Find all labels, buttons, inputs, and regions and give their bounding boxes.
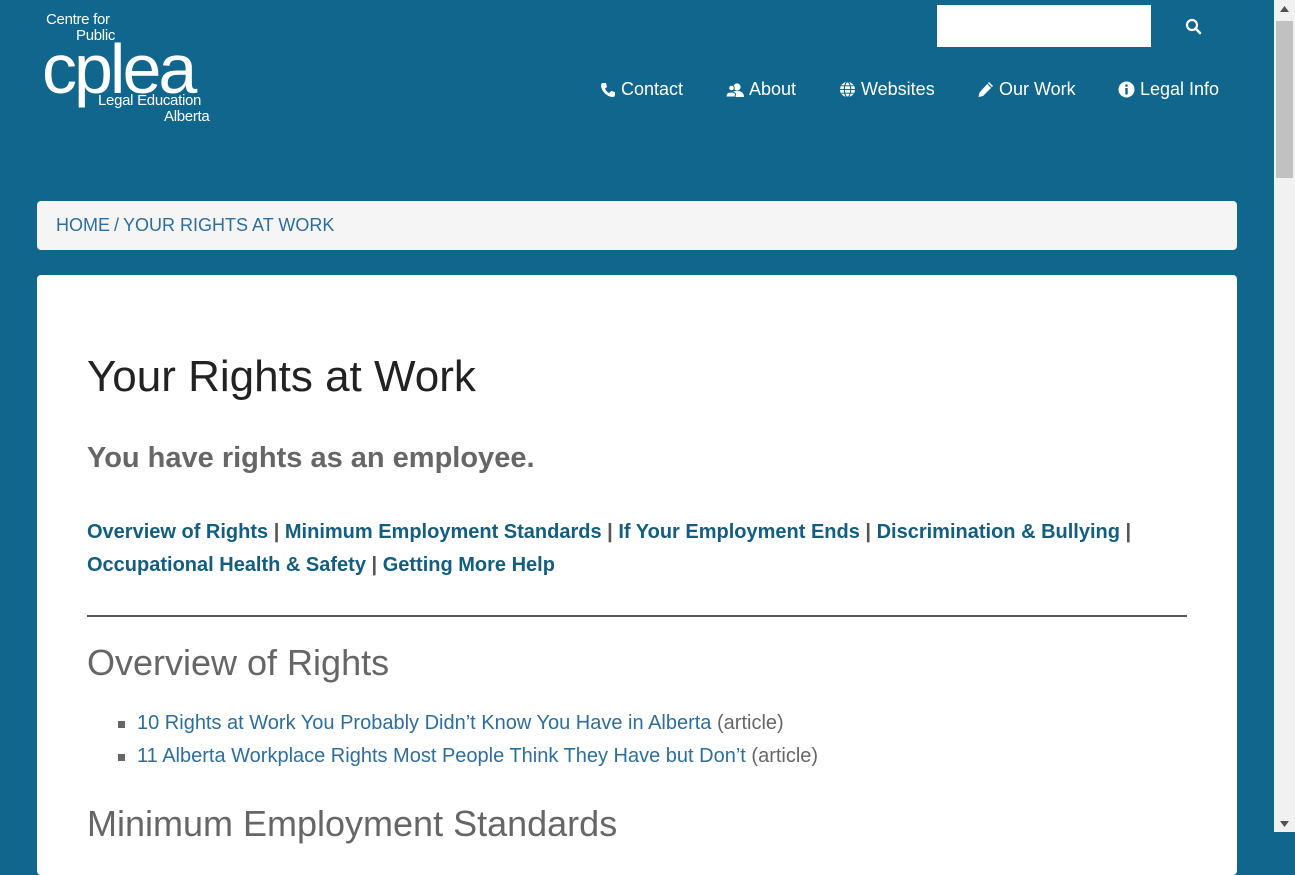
info-icon (1118, 81, 1135, 98)
jump-separator: | (371, 554, 378, 576)
search-button[interactable] (1180, 14, 1208, 42)
nav-websites-label: Websites (861, 79, 935, 99)
jump-link-employment-ends[interactable]: If Your Employment Ends (618, 521, 860, 543)
vertical-scrollbar[interactable] (1274, 0, 1295, 832)
nav-our-work-label: Our Work (999, 79, 1076, 99)
article-link[interactable]: 11 Alberta Workplace Rights Most People … (137, 745, 746, 767)
bullet-icon (118, 721, 125, 728)
bullet-icon (118, 754, 125, 761)
breadcrumb: HOME / YOUR RIGHTS AT WORK (37, 201, 1237, 250)
section-heading-overview: Overview of Rights (87, 642, 390, 683)
nav-legal-info-label: Legal Info (1140, 79, 1220, 99)
jump-link-health-safety[interactable]: Occupational Health & Safety (87, 554, 366, 576)
section-jump-links: Overview of Rights | Minimum Employment … (87, 516, 1167, 582)
article-link[interactable]: 10 Rights at Work You Probably Didn’t Kn… (137, 712, 711, 734)
breadcrumb-home[interactable]: HOME (56, 215, 110, 236)
arrow-up-icon (1280, 5, 1289, 12)
nav-about-label: About (749, 79, 797, 99)
search-icon (1185, 18, 1202, 35)
section-heading-minimum-standards: Minimum Employment Standards (87, 803, 618, 844)
breadcrumb-current[interactable]: YOUR RIGHTS AT WORK (123, 215, 334, 236)
logo-line-4: Alberta (164, 108, 210, 125)
globe-icon (840, 81, 855, 98)
search-input[interactable] (937, 5, 1151, 47)
overview-article-list: 10 Rights at Work You Probably Didn’t Kn… (87, 707, 818, 773)
logo-line-3: Legal Education (98, 92, 202, 109)
jump-separator: | (1125, 521, 1132, 543)
jump-separator: | (273, 521, 280, 543)
arrow-down-icon (1280, 820, 1289, 827)
breadcrumb-separator: / (114, 215, 120, 235)
page-subtitle: You have rights as an employee. (87, 442, 535, 474)
list-item: 10 Rights at Work You Probably Didn’t Kn… (87, 707, 818, 740)
phone-icon (601, 82, 615, 97)
article-type: (article) (751, 745, 819, 767)
article-type: (article) (717, 712, 784, 734)
nav-contact-label: Contact (621, 79, 684, 99)
page-title: Your Rights at Work (87, 352, 476, 401)
scroll-up-button[interactable] (1274, 0, 1295, 17)
jump-link-overview[interactable]: Overview of Rights (87, 521, 268, 543)
jump-separator: | (865, 521, 872, 543)
jump-separator: | (607, 521, 613, 543)
jump-link-more-help[interactable]: Getting More Help (383, 554, 555, 576)
site-logo[interactable]: Centre for Public cplea Legal Education … (42, 10, 222, 126)
scroll-down-button[interactable] (1274, 815, 1295, 832)
nav-contact[interactable]: Contact (600, 79, 683, 100)
nav-our-work[interactable]: Our Work (977, 79, 1076, 100)
jump-link-minimum-standards[interactable]: Minimum Employment Standards (285, 521, 602, 543)
list-item: 11 Alberta Workplace Rights Most People … (87, 740, 818, 773)
nav-legal-info[interactable]: Legal Info (1118, 79, 1219, 100)
section-divider (87, 615, 1187, 617)
logo-line-1: Centre for (46, 11, 110, 28)
content-card: Your Rights at Work You have rights as a… (37, 275, 1237, 875)
users-icon (726, 82, 744, 97)
scrollbar-thumb[interactable] (1276, 21, 1293, 178)
jump-link-discrimination[interactable]: Discrimination & Bullying (877, 521, 1120, 543)
nav-websites[interactable]: Websites (839, 79, 935, 100)
nav-about[interactable]: About (726, 79, 796, 100)
pencil-icon (978, 82, 993, 97)
